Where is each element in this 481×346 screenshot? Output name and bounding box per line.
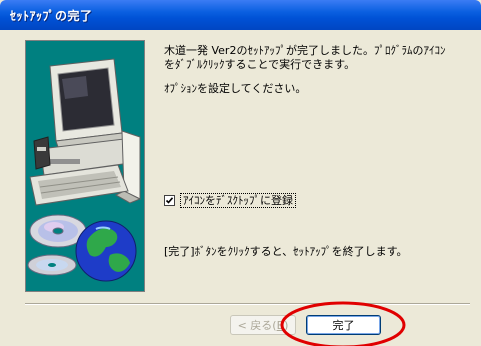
message-line-1: 木道一発 Ver2のｾｯﾄｱｯﾌﾟが完了しました。ﾌﾟﾛｸﾞﾗﾑのｱｲｺﾝ bbox=[164, 44, 446, 57]
setup-complete-dialog: ｾｯﾄｱｯﾌﾟの完了 木道一発 Ver2のｾｯﾄｱｯﾌﾟが完了しました。ﾌﾟﾛｸ… bbox=[0, 0, 481, 346]
button-divider bbox=[25, 303, 470, 305]
back-button-mnemonic: B bbox=[276, 318, 285, 332]
message-line-2: をﾀﾞﾌﾞﾙｸﾘｯｸすることで実行できます。 bbox=[164, 58, 356, 71]
back-button[interactable]: < 戻る(B) bbox=[230, 315, 296, 335]
desktop-icon-checkbox-label[interactable]: ｱｲｺﾝをﾃﾞｽｸﾄｯﾌﾟに登録 bbox=[180, 193, 296, 208]
back-button-label: < 戻る( bbox=[237, 319, 277, 332]
finish-button[interactable]: 完了 bbox=[306, 315, 381, 335]
finish-hint: [完了]ﾎﾞﾀﾝをｸﾘｯｸすると、ｾｯﾄｱｯﾌﾟを終了します。 bbox=[164, 245, 408, 258]
computer-illustration-icon bbox=[27, 58, 142, 282]
title-bar[interactable]: ｾｯﾄｱｯﾌﾟの完了 bbox=[0, 0, 481, 30]
window-title: ｾｯﾄｱｯﾌﾟの完了 bbox=[10, 9, 93, 23]
checkmark-icon bbox=[165, 197, 174, 204]
desktop-icon-option[interactable]: ｱｲｺﾝをﾃﾞｽｸﾄｯﾌﾟに登録 bbox=[164, 193, 296, 208]
options-prompt: ｵﾌﾟｼｮﾝを設定してください。 bbox=[164, 82, 307, 95]
desktop-icon-checkbox[interactable] bbox=[164, 195, 175, 206]
completion-message: 木道一発 Ver2のｾｯﾄｱｯﾌﾟが完了しました。ﾌﾟﾛｸﾞﾗﾑのｱｲｺﾝ をﾀ… bbox=[164, 44, 445, 72]
finish-button-label: 完了 bbox=[332, 319, 355, 332]
back-button-suffix: ) bbox=[284, 318, 289, 332]
setup-illustration bbox=[25, 40, 145, 292]
